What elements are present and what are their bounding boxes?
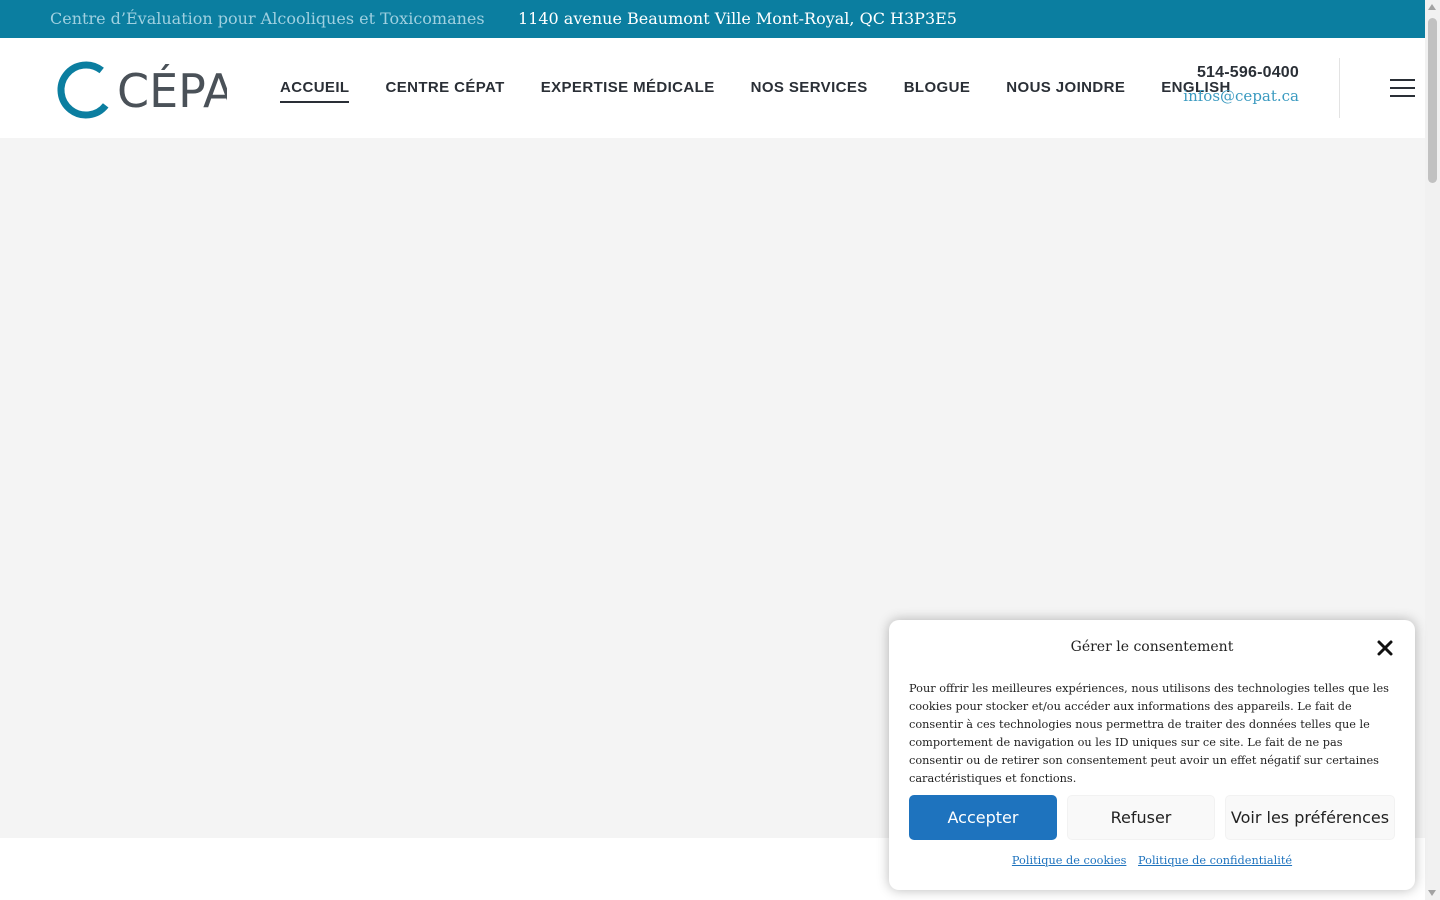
nav-item-centre-cepat[interactable]: CENTRE CÉPAT bbox=[385, 79, 504, 96]
header-divider bbox=[1339, 58, 1340, 118]
nav-item-nos-services[interactable]: NOS SERVICES bbox=[751, 79, 868, 96]
header-contact: 514-596-0400 infos@cepat.ca bbox=[1183, 64, 1299, 105]
privacy-policy-link[interactable]: Politique de confidentialité bbox=[1138, 854, 1292, 867]
scroll-down-icon[interactable] bbox=[1428, 890, 1436, 896]
nav-item-blogue[interactable]: BLOGUE bbox=[904, 79, 971, 96]
page-scrollbar[interactable] bbox=[1425, 0, 1440, 900]
close-icon[interactable] bbox=[1376, 639, 1394, 657]
cepat-logo[interactable]: CÉPAT bbox=[55, 57, 260, 123]
top-info-bar: Centre d’Évaluation pour Alcooliques et … bbox=[0, 0, 1425, 38]
view-preferences-button[interactable]: Voir les préférences bbox=[1225, 795, 1395, 840]
cookie-dialog-message: Pour offrir les meilleures expériences, … bbox=[909, 682, 1389, 785]
main-navigation: ACCUEIL CENTRE CÉPAT EXPERTISE MÉDICALE … bbox=[280, 79, 1267, 103]
scroll-up-icon[interactable] bbox=[1428, 4, 1436, 10]
nav-item-nous-joindre[interactable]: NOUS JOINDRE bbox=[1006, 79, 1125, 96]
cookie-dialog-title: Gérer le consentement bbox=[1070, 639, 1234, 655]
deny-cookies-button[interactable]: Refuser bbox=[1067, 795, 1215, 840]
site-header: CÉPAT ACCUEIL CENTRE CÉPAT EXPERTISE MÉD… bbox=[0, 38, 1425, 138]
nav-item-expertise-medicale[interactable]: EXPERTISE MÉDICALE bbox=[541, 79, 715, 96]
cookie-policy-links: Politique de cookies Politique de confid… bbox=[889, 854, 1415, 867]
scrollbar-thumb[interactable] bbox=[1428, 18, 1437, 183]
phone-link[interactable]: 514-596-0400 bbox=[1183, 64, 1299, 82]
cookie-consent-dialog: Gérer le consentement Pour offrir les me… bbox=[889, 620, 1415, 890]
logo-wordmark: CÉPAT bbox=[117, 64, 227, 118]
site-address: 1140 avenue Beaumont Ville Mont-Royal, Q… bbox=[518, 9, 957, 28]
site-tagline: Centre d’Évaluation pour Alcooliques et … bbox=[50, 9, 485, 28]
menu-hamburger-icon[interactable] bbox=[1390, 79, 1415, 99]
cookie-policy-link[interactable]: Politique de cookies bbox=[1012, 854, 1127, 867]
nav-item-accueil[interactable]: ACCUEIL bbox=[280, 79, 350, 103]
email-link[interactable]: infos@cepat.ca bbox=[1183, 87, 1299, 105]
accept-cookies-button[interactable]: Accepter bbox=[909, 795, 1057, 840]
